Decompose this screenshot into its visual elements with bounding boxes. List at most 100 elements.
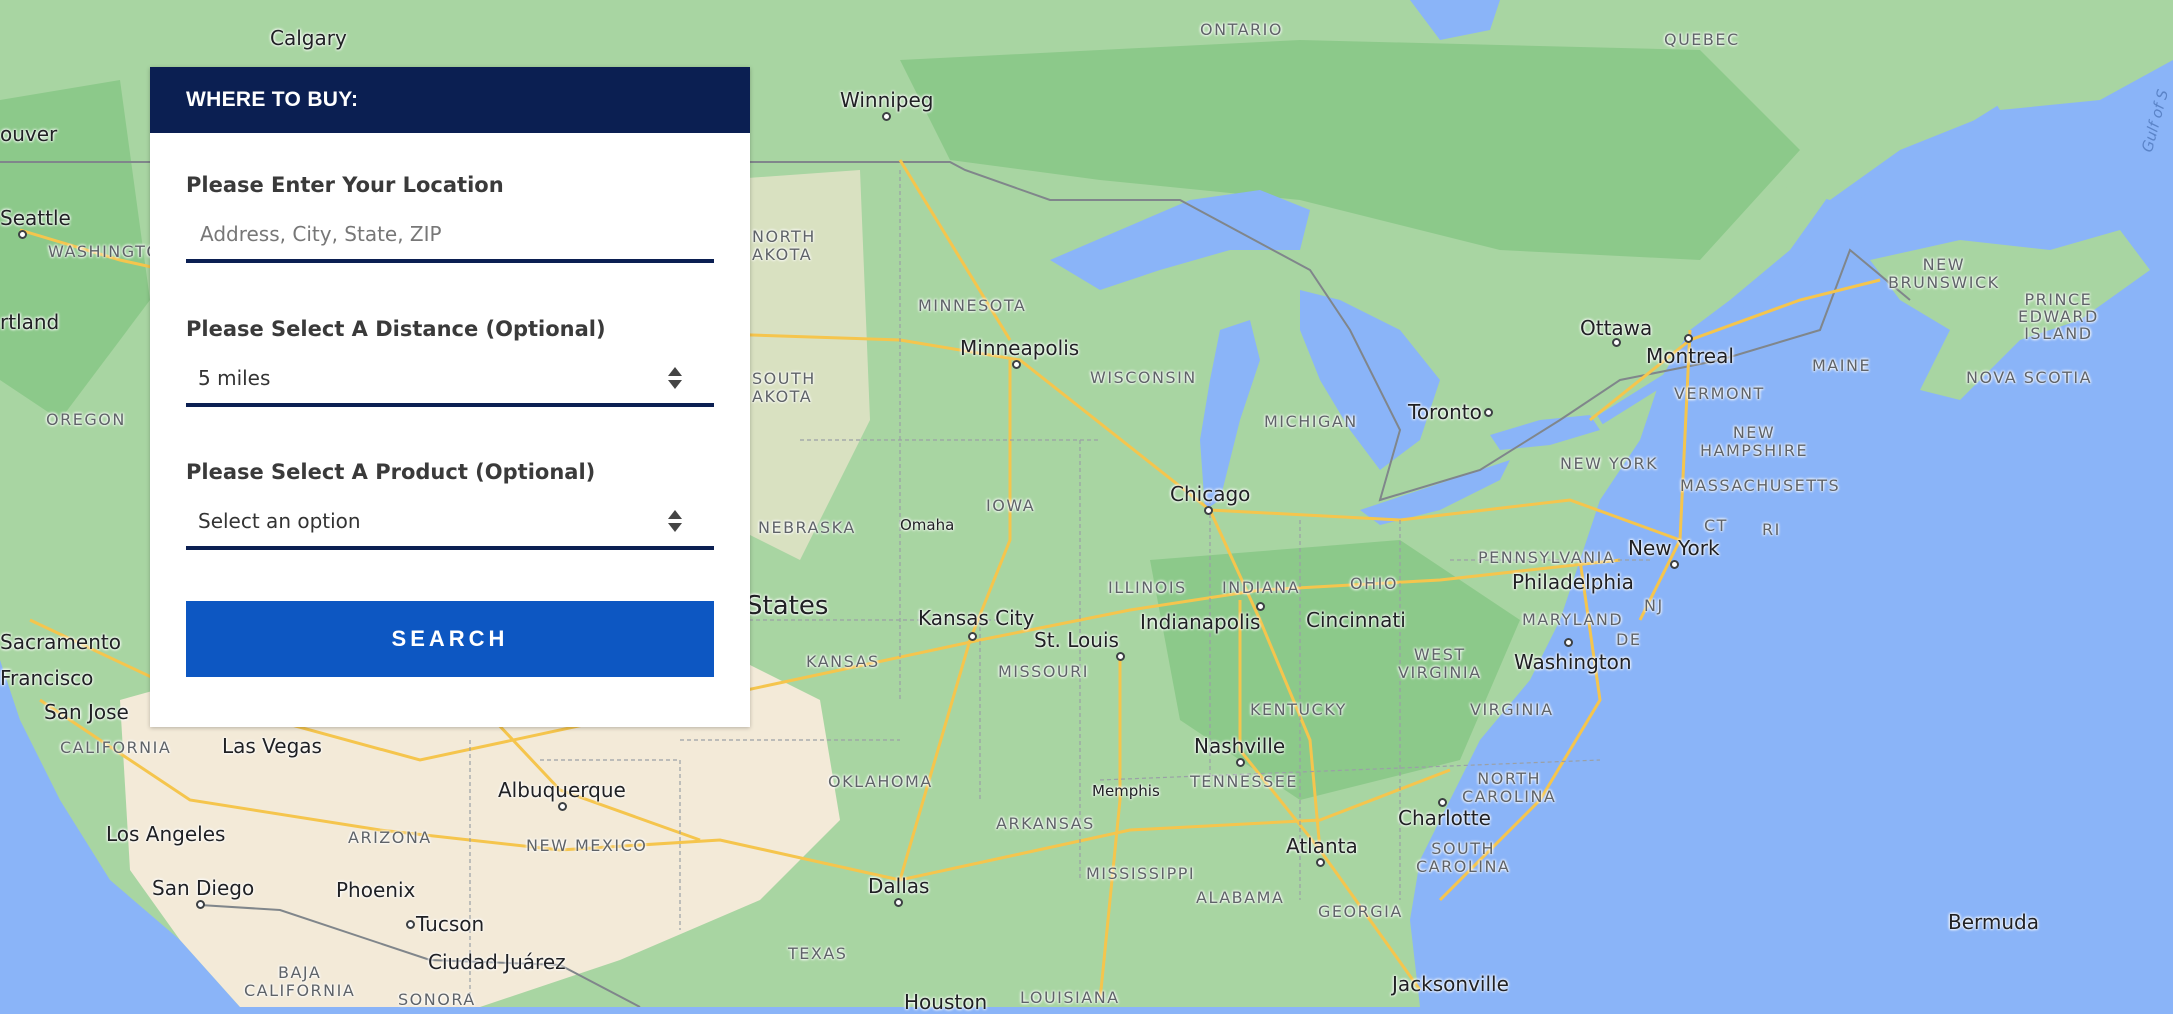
map-label-charlotte: Charlotte xyxy=(1398,806,1491,830)
map-label-arkansas: ARKANSAS xyxy=(996,814,1095,833)
city-marker-nashville[interactable] xyxy=(1236,758,1245,767)
map-label-south-carolina: SOUTH CAROLINA xyxy=(1416,839,1511,876)
map-label-albuquerque: Albuquerque xyxy=(498,778,626,802)
map-label-memphis: Memphis xyxy=(1092,782,1160,800)
map-label-ohio: OHIO xyxy=(1350,574,1398,593)
location-field-group: Please Enter Your Location xyxy=(186,173,714,263)
map-label-sonora: SONORA xyxy=(398,990,476,1009)
map-label-nj: NJ xyxy=(1644,596,1664,615)
map-label-new-hampshire: NEW HAMPSHIRE xyxy=(1700,423,1809,460)
map-label-ottawa: Ottawa xyxy=(1580,316,1653,340)
map-label-seattle: Seattle xyxy=(0,206,71,230)
map-label-ri: RI xyxy=(1762,520,1781,539)
city-marker-tucson[interactable] xyxy=(406,920,415,929)
map-label-new-brunswick: NEW BRUNSWICK xyxy=(1888,255,2000,292)
map-label-new-mexico: NEW MEXICO xyxy=(526,836,648,855)
product-field-group: Please Select A Product (Optional) Selec… xyxy=(186,460,714,550)
map-label-indianapolis: Indianapolis xyxy=(1140,610,1261,634)
map-label-de: DE xyxy=(1616,630,1642,649)
map-label-south-dakota: SOUTH AKOTA xyxy=(752,369,816,406)
city-marker-kansas-city[interactable] xyxy=(968,632,977,641)
map-label-oregon: OREGON xyxy=(46,410,126,429)
map-label-tucson: Tucson xyxy=(416,912,485,936)
map-label-tennessee: TENNESSEE xyxy=(1190,772,1298,791)
distance-field-group: Please Select A Distance (Optional) 5 mi… xyxy=(186,317,714,407)
map-label-new-york-state: NEW YORK xyxy=(1560,454,1659,473)
map-label-united-states: States xyxy=(746,591,829,621)
product-select-arrows-icon xyxy=(668,510,682,532)
panel-title: WHERE TO BUY: xyxy=(186,88,359,111)
map-label-louisiana: LOUISIANA xyxy=(1020,988,1120,1007)
map-label-georgia: GEORGIA xyxy=(1318,902,1403,921)
distance-select[interactable]: 5 miles xyxy=(186,353,714,407)
city-marker-san-diego[interactable] xyxy=(196,900,205,909)
map-label-calgary: Calgary xyxy=(270,26,347,50)
map-label-new-york: New York xyxy=(1628,536,1720,560)
map-label-winnipeg: Winnipeg xyxy=(840,88,934,112)
map-label-san-jose: San Jose xyxy=(44,700,129,724)
map-label-iowa: IOWA xyxy=(986,496,1036,515)
map-label-pennsylvania: PENNSYLVANIA xyxy=(1478,548,1616,567)
map-label-st-louis: St. Louis xyxy=(1034,628,1119,652)
map-label-ontario: ONTARIO xyxy=(1200,20,1283,39)
city-marker-ottawa[interactable] xyxy=(1612,338,1621,347)
map-label-san-francisco: Francisco xyxy=(0,666,94,690)
map-label-los-angeles: Los Angeles xyxy=(106,822,226,846)
map-label-kansas: KANSAS xyxy=(806,652,880,671)
distance-label: Please Select A Distance (Optional) xyxy=(186,317,606,341)
city-marker-washington-dc[interactable] xyxy=(1564,638,1573,647)
map-label-omaha: Omaha xyxy=(900,516,955,534)
map-label-north-dakota: NORTH AKOTA xyxy=(752,227,816,264)
location-input[interactable] xyxy=(198,221,686,247)
map-label-philadelphia: Philadelphia xyxy=(1512,570,1634,594)
map-label-minneapolis: Minneapolis xyxy=(960,336,1080,360)
distance-selected-value: 5 miles xyxy=(198,366,271,390)
map-label-oklahoma: OKLAHOMA xyxy=(828,772,933,791)
map-label-pei: PRINCE EDWARD ISLAND xyxy=(2018,290,2099,343)
map-label-atlanta: Atlanta xyxy=(1286,834,1358,858)
map-label-illinois: ILLINOIS xyxy=(1108,578,1187,597)
search-button[interactable]: SEARCH xyxy=(186,601,714,677)
product-selected-value: Select an option xyxy=(198,509,361,533)
city-marker-atlanta[interactable] xyxy=(1316,858,1325,867)
city-marker-chicago[interactable] xyxy=(1204,506,1213,515)
city-marker-toronto[interactable] xyxy=(1484,408,1493,417)
city-marker-charlotte[interactable] xyxy=(1438,798,1447,807)
map-label-nova-scotia: NOVA SCOTIA xyxy=(1966,368,2093,387)
map-label-mississippi: MISSISSIPPI xyxy=(1086,864,1196,883)
map-label-massachusetts: MASSACHUSETTS xyxy=(1680,476,1841,495)
city-marker-albuquerque[interactable] xyxy=(558,802,567,811)
map-label-ct: CT xyxy=(1704,516,1728,535)
map-label-indiana: INDIANA xyxy=(1222,578,1301,597)
map-label-phoenix: Phoenix xyxy=(336,878,416,902)
city-marker-montreal[interactable] xyxy=(1684,334,1693,343)
map-label-las-vegas: Las Vegas xyxy=(222,734,322,758)
city-marker-new-york[interactable] xyxy=(1670,560,1679,569)
map-label-houston: Houston xyxy=(904,990,988,1014)
city-marker-winnipeg[interactable] xyxy=(882,112,891,121)
city-marker-dallas[interactable] xyxy=(894,898,903,907)
map-label-maine: MAINE xyxy=(1812,356,1872,375)
map-label-texas: TEXAS xyxy=(788,944,848,963)
map-label-kentucky: KENTUCKY xyxy=(1250,700,1347,719)
product-select[interactable]: Select an option xyxy=(186,496,714,550)
map-label-sacramento: Sacramento xyxy=(0,630,121,654)
map-label-virginia: VIRGINIA xyxy=(1470,700,1554,719)
map-label-toronto: Toronto xyxy=(1408,400,1482,424)
map-label-maryland: MARYLAND xyxy=(1522,610,1624,629)
map[interactable]: Calgary ouver Seattle WASHINGTO rtland O… xyxy=(0,0,2173,1012)
map-label-chicago: Chicago xyxy=(1170,482,1251,506)
map-label-bermuda: Bermuda xyxy=(1948,910,2040,934)
map-label-vancouver: ouver xyxy=(0,122,58,146)
city-marker-indianapolis[interactable] xyxy=(1256,602,1265,611)
city-marker-minneapolis[interactable] xyxy=(1012,360,1021,369)
map-label-baja-california: BAJA CALIFORNIA xyxy=(244,963,356,1000)
map-label-michigan: MICHIGAN xyxy=(1264,412,1358,431)
map-label-north-carolina: NORTH CAROLINA xyxy=(1462,769,1557,806)
location-field-box[interactable] xyxy=(186,209,714,263)
map-label-minnesota: MINNESOTA xyxy=(918,296,1027,315)
map-label-west-virginia: WEST VIRGINIA xyxy=(1398,645,1482,682)
city-marker-seattle[interactable] xyxy=(18,230,27,239)
city-marker-st-louis[interactable] xyxy=(1116,652,1125,661)
distance-select-arrows-icon xyxy=(668,367,682,389)
